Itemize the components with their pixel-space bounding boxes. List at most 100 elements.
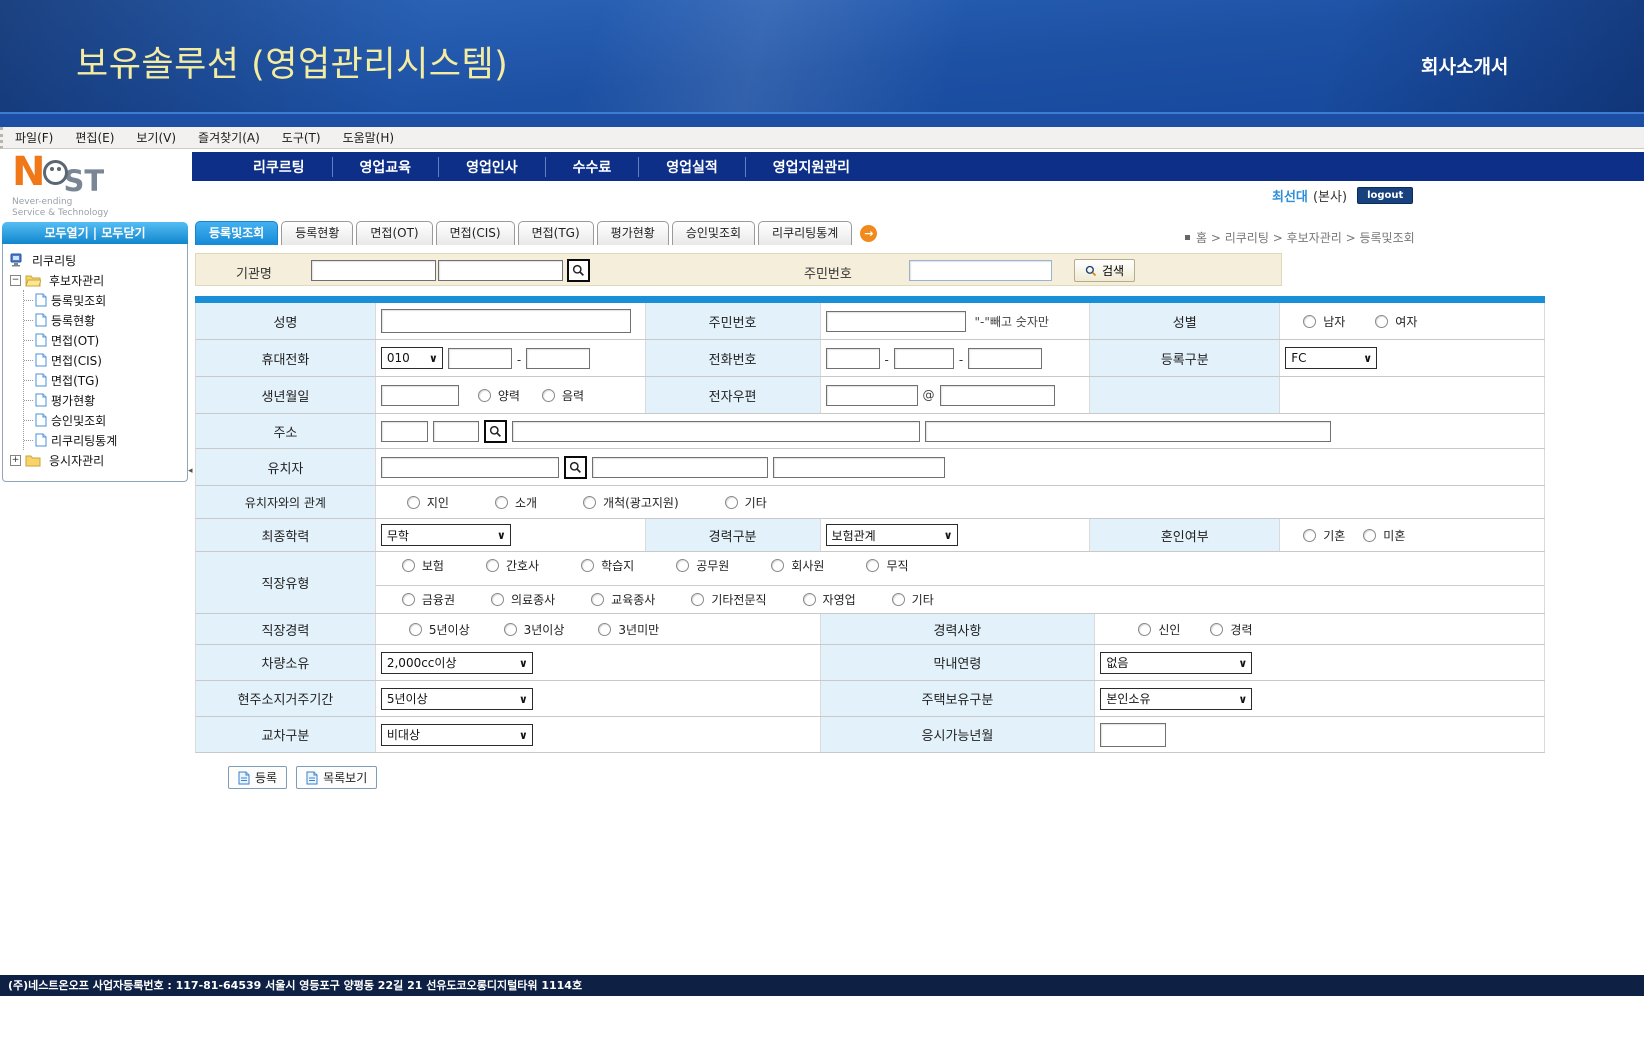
house-select[interactable]: 본인소유: [1100, 688, 1252, 710]
mobile-input-2[interactable]: [526, 348, 590, 369]
tab-register-status[interactable]: 등록현황: [281, 221, 353, 245]
menubar-item-4[interactable]: 즐겨찾기(A): [198, 129, 260, 146]
radio-option-1[interactable]: 남자: [1303, 313, 1345, 330]
sidebar-item-6[interactable]: 평가현황: [24, 390, 187, 410]
nav-item-3[interactable]: 영업인사: [438, 157, 545, 177]
nav-item-1[interactable]: 리쿠르팅: [226, 157, 332, 177]
radio-circle[interactable]: [803, 593, 816, 606]
radio-circle[interactable]: [581, 559, 594, 572]
radio-circle[interactable]: [1303, 529, 1316, 542]
radio-option-2[interactable]: 간호사: [486, 557, 539, 574]
youngest-age-select[interactable]: 없음: [1100, 652, 1252, 674]
address-input-1[interactable]: [512, 421, 920, 442]
org-code-input[interactable]: [311, 260, 436, 281]
radio-option-5[interactable]: 자영업: [803, 591, 856, 608]
sidebar-item-5[interactable]: 면접(TG): [24, 370, 187, 390]
radio-option-2[interactable]: 의료종사: [491, 591, 555, 608]
tab-register-search[interactable]: 등록및조회: [195, 221, 278, 245]
radio-circle[interactable]: [402, 559, 415, 572]
radio-circle[interactable]: [1210, 623, 1223, 636]
menubar-item-1[interactable]: 파일(F): [15, 129, 53, 146]
radio-circle[interactable]: [504, 623, 517, 636]
radio-option-3[interactable]: 학습지: [581, 557, 634, 574]
radio-option-3[interactable]: 개척(광고지원): [583, 494, 679, 511]
radio-circle[interactable]: [1375, 315, 1388, 328]
radio-circle[interactable]: [542, 389, 555, 402]
tree-expand-collapse-all[interactable]: 모두열기 | 모두닫기: [2, 222, 188, 244]
nav-item-4[interactable]: 수수료: [545, 157, 639, 177]
register-button[interactable]: 등록: [228, 766, 287, 789]
list-view-button[interactable]: 목록보기: [296, 766, 377, 789]
tab-recruiting-stats[interactable]: 리쿠리팅통계: [758, 221, 852, 245]
radio-circle[interactable]: [583, 496, 596, 509]
org-search-button[interactable]: [567, 259, 590, 282]
exam-month-input[interactable]: [1100, 723, 1166, 747]
radio-option-2[interactable]: 음력: [542, 387, 584, 404]
radio-option-2[interactable]: 3년이상: [504, 621, 565, 638]
radio-option-1[interactable]: 보험: [402, 557, 444, 574]
radio-option-1[interactable]: 지인: [407, 494, 449, 511]
menubar-item-5[interactable]: 도구(T): [282, 129, 321, 146]
radio-circle[interactable]: [591, 593, 604, 606]
car-select[interactable]: 2,000cc이상: [381, 652, 533, 674]
radio-circle[interactable]: [866, 559, 879, 572]
regtype-select[interactable]: FC: [1285, 347, 1377, 369]
jumin-search-input[interactable]: [909, 260, 1052, 281]
radio-option-1[interactable]: 신인: [1138, 621, 1180, 638]
tab-evaluation-status[interactable]: 평가현황: [597, 221, 669, 245]
radio-option-2[interactable]: 미혼: [1363, 527, 1405, 544]
radio-option-6[interactable]: 기타: [892, 591, 934, 608]
recruiter-input-1[interactable]: [381, 457, 559, 478]
mobile-prefix-select[interactable]: 010: [381, 347, 443, 369]
recruiter-search-button[interactable]: [564, 456, 587, 479]
radio-option-4[interactable]: 기타전문직: [691, 591, 766, 608]
radio-circle[interactable]: [691, 593, 704, 606]
jumin-input[interactable]: [826, 311, 966, 332]
sidebar-item-1[interactable]: 등록및조회: [24, 290, 187, 310]
radio-circle[interactable]: [1138, 623, 1151, 636]
education-select[interactable]: 무학: [381, 524, 511, 546]
sidebar-item-4[interactable]: 면접(CIS): [24, 350, 187, 370]
nav-item-2[interactable]: 영업교육: [332, 157, 439, 177]
tree-expand-icon[interactable]: [10, 455, 21, 466]
birth-input[interactable]: [381, 385, 459, 406]
radio-circle[interactable]: [407, 496, 420, 509]
tree-folder-applicants[interactable]: 응시자관리: [10, 450, 187, 470]
search-submit-button[interactable]: 검색: [1074, 259, 1135, 282]
radio-option-3[interactable]: 교육종사: [591, 591, 655, 608]
radio-option-3[interactable]: 3년미만: [598, 621, 659, 638]
company-intro-link[interactable]: 회사소개서: [1421, 52, 1508, 79]
org-name-input[interactable]: [438, 260, 563, 281]
tree-folder-candidates[interactable]: 후보자관리: [10, 270, 187, 290]
phone-input-1[interactable]: [826, 348, 880, 369]
career-type-select[interactable]: 보험관계: [826, 524, 958, 546]
radio-circle[interactable]: [1303, 315, 1316, 328]
mobile-input-1[interactable]: [448, 348, 512, 369]
radio-circle[interactable]: [676, 559, 689, 572]
address-input-2[interactable]: [925, 421, 1331, 442]
tree-root-recruiting[interactable]: 리쿠리팅: [10, 250, 187, 270]
phone-input-2[interactable]: [894, 348, 954, 369]
sidebar-item-3[interactable]: 면접(OT): [24, 330, 187, 350]
menubar-item-3[interactable]: 보기(V): [136, 129, 176, 146]
name-input[interactable]: [381, 309, 631, 333]
zipcode-input-2[interactable]: [433, 421, 479, 442]
radio-option-5[interactable]: 회사원: [771, 557, 824, 574]
menubar-item-2[interactable]: 편집(E): [75, 129, 114, 146]
email-input-2[interactable]: [940, 385, 1055, 406]
radio-circle[interactable]: [892, 593, 905, 606]
radio-option-6[interactable]: 무직: [866, 557, 908, 574]
radio-option-1[interactable]: 양력: [478, 387, 520, 404]
sidebar-item-8[interactable]: 리쿠리팅통계: [24, 430, 187, 450]
phone-input-3[interactable]: [968, 348, 1042, 369]
radio-option-2[interactable]: 여자: [1375, 313, 1417, 330]
cross-select[interactable]: 비대상: [381, 724, 533, 746]
radio-option-2[interactable]: 소개: [495, 494, 537, 511]
radio-circle[interactable]: [486, 559, 499, 572]
tab-approval-search[interactable]: 승인및조회: [672, 221, 755, 245]
zipcode-input-1[interactable]: [381, 421, 428, 442]
radio-circle[interactable]: [725, 496, 738, 509]
tab-interview-cis[interactable]: 면접(CIS): [436, 221, 515, 245]
radio-option-4[interactable]: 기타: [725, 494, 767, 511]
residence-select[interactable]: 5년이상: [381, 688, 533, 710]
